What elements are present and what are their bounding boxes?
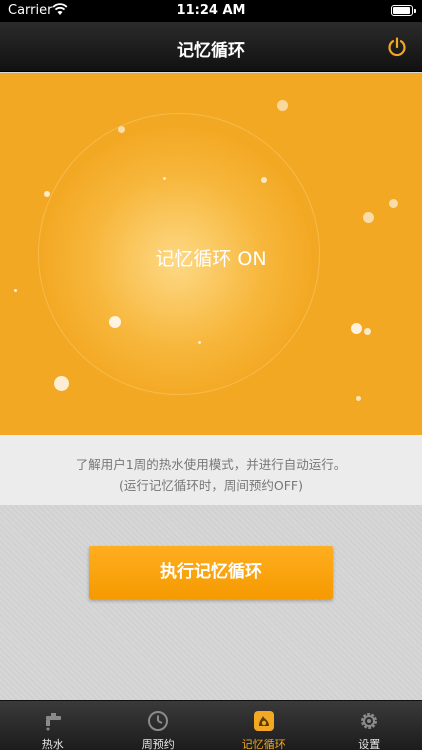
clock-icon [148,711,169,731]
battery-icon [391,5,416,16]
info-note: (运行记忆循环时，周间预约OFF) [119,478,303,493]
tab-label: 热水 [41,738,64,750]
tab-label: 记忆循环 [241,738,286,750]
memory-cycle-icon [253,711,274,731]
action-area: 执行记忆循环 [0,505,422,700]
info-description: 了解用户1周的热水使用模式，并进行自动运行。 [75,457,347,472]
tab-hot-water[interactable]: 热水 [0,701,106,750]
tab-label: 周预约 [141,738,175,750]
bubble [44,191,50,197]
bubble [261,177,267,183]
run-memory-cycle-button[interactable]: 执行记忆循环 [89,546,333,599]
info-panel: 了解用户1周的热水使用模式，并进行自动运行。 (运行记忆循环时，周间预约OFF) [0,435,422,505]
tab-weekly-schedule[interactable]: 周预约 [106,701,212,750]
navigation-bar: 记忆循环 [0,22,422,72]
bubble [118,126,125,133]
bubble [54,376,69,391]
faucet-icon [45,713,61,731]
bubble [363,212,374,223]
tab-memory-cycle[interactable]: 记忆循环 [211,701,317,750]
bubble [389,199,398,208]
bubble [351,323,362,334]
clock-time: 11:24 AM [176,3,246,18]
bubble [277,100,288,111]
gear-icon [361,713,378,729]
tab-bar: 热水 周预约 记忆循环 设置 [0,700,422,750]
power-icon[interactable] [386,36,408,58]
memory-cycle-status-panel: 记忆循环 ON [0,73,422,435]
bubble [14,289,17,292]
bubble [198,341,201,344]
tab-label: 设置 [358,738,381,750]
memory-cycle-status: 记忆循环 ON [155,248,267,270]
page-title: 记忆循环 [177,41,245,61]
bubble [163,177,166,180]
bubble [109,316,121,328]
tab-settings[interactable]: 设置 [317,701,422,750]
bubble [356,396,361,401]
status-bar: Carrier 11:24 AM [0,0,422,22]
bubble [364,328,371,335]
